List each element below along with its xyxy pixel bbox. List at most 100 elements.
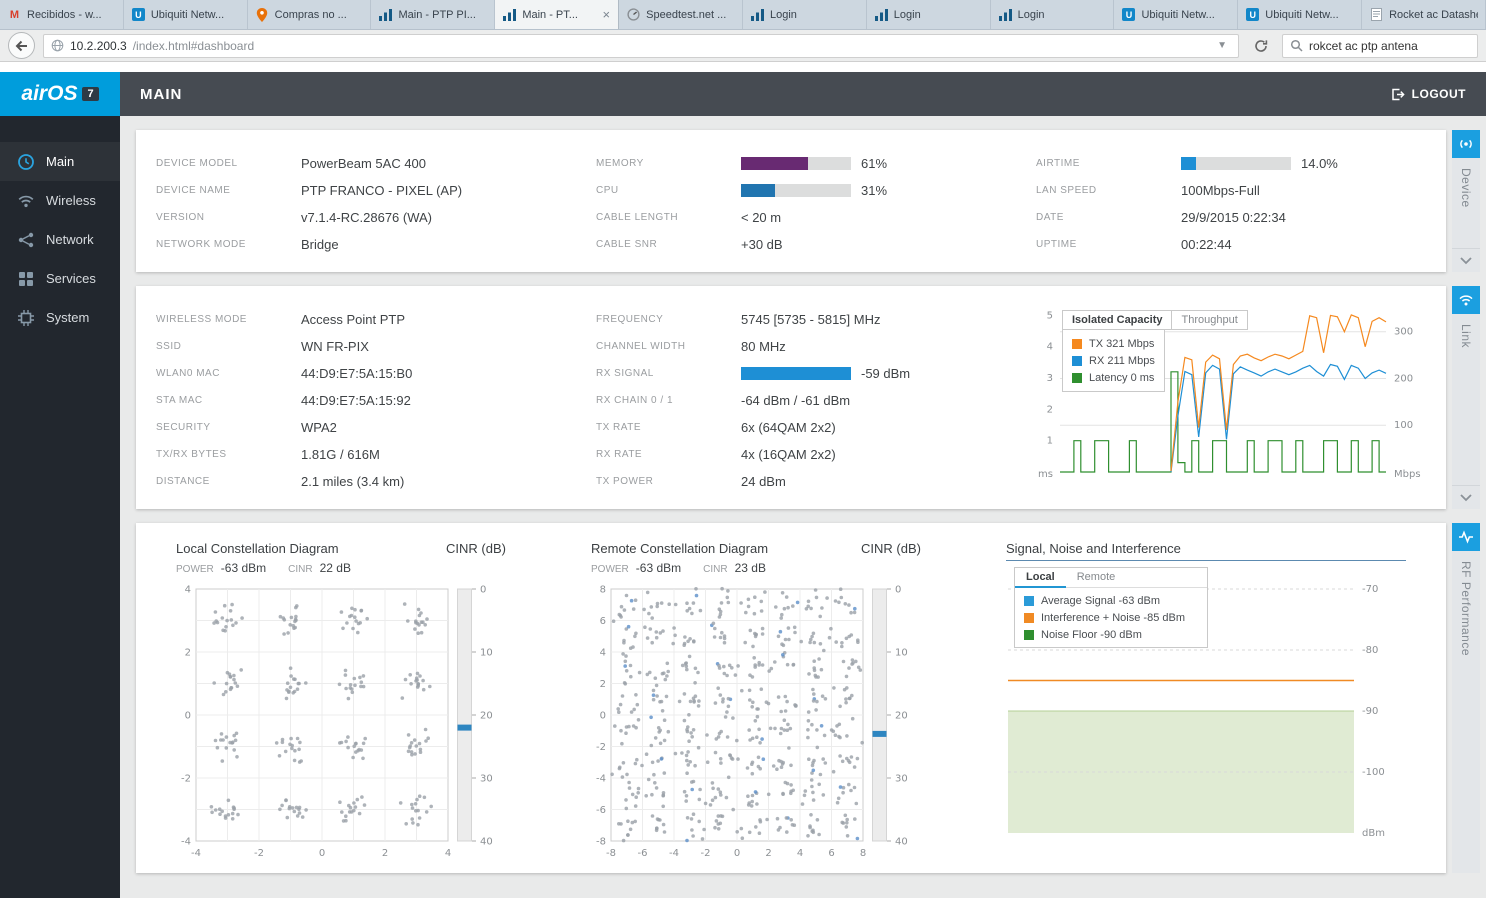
back-button[interactable]	[8, 32, 35, 59]
browser-tab[interactable]: M Recibidos - w...	[0, 0, 124, 29]
signal-noise-tab-local[interactable]: Local	[1015, 568, 1066, 588]
device-collapse-button[interactable]	[1452, 248, 1480, 272]
browser-tab-label: Main - PTP PI...	[398, 8, 476, 21]
device-side-tab[interactable]: Device	[1452, 130, 1480, 272]
sidebar-item-services[interactable]: Services	[0, 259, 120, 298]
site-icon	[51, 39, 64, 52]
legend-item: Average Signal -63 dBm	[1024, 592, 1198, 609]
url-bar[interactable]: 10.2.200.3/index.html#dashboard ▼	[43, 33, 1239, 58]
browser-tab[interactable]: Rocket ac Datashe...	[1362, 0, 1486, 29]
field-value: 14.0%	[1301, 156, 1338, 171]
svg-text:-2: -2	[254, 848, 264, 859]
browser-tab[interactable]: Main - PT... ×	[495, 0, 620, 29]
pin-favicon	[255, 7, 270, 22]
sidebar-item-label: Wireless	[46, 193, 96, 208]
svg-text:-8: -8	[596, 837, 606, 848]
field-value: WN FR-PIX	[301, 339, 369, 354]
address-bar: 10.2.200.3/index.html#dashboard ▼	[0, 30, 1486, 62]
field-value: -59 dBm	[861, 366, 911, 381]
svg-text:8: 8	[860, 848, 866, 859]
browser-tab-label: Rocket ac Datashe...	[1389, 8, 1478, 21]
power-label: POWER	[591, 564, 629, 575]
page-gap	[0, 62, 1486, 72]
legend-label: Latency 0 ms	[1089, 371, 1155, 384]
field-value: 31%	[861, 183, 888, 198]
svg-text:6: 6	[600, 616, 606, 627]
field-label: CABLE SNR	[596, 239, 658, 250]
cinr-label: CINR	[703, 564, 728, 575]
field-row: MEMORY 61%	[596, 150, 1036, 177]
field-value: Bridge	[301, 237, 339, 252]
signal-noise-block: Signal, Noise and Interference Local Remo…	[1006, 541, 1406, 865]
field-value: 2.1 miles (3.4 km)	[301, 474, 405, 489]
capacity-chart-legend: TX 321 Mbps RX 211 Mbps Latency 0 ms	[1062, 330, 1165, 392]
field-row: LAN SPEED 100Mbps-Full	[1036, 177, 1426, 204]
reload-button[interactable]	[1247, 33, 1274, 58]
browser-tab[interactable]: U Ubiquiti Netw...	[1238, 0, 1363, 29]
capacity-chart-tab[interactable]: Isolated Capacity	[1063, 311, 1173, 329]
svg-text:0: 0	[600, 711, 606, 722]
browser-tab[interactable]: Main - PTP PI...	[371, 0, 496, 29]
sidebar-item-main[interactable]: Main	[0, 142, 120, 181]
signal-noise-tab-remote[interactable]: Remote	[1066, 568, 1127, 587]
svg-text:-2: -2	[701, 848, 711, 859]
legend-swatch	[1024, 629, 1034, 640]
tab-close-icon[interactable]: ×	[602, 8, 612, 21]
svg-text:-2: -2	[596, 742, 606, 753]
wifi-icon	[1452, 286, 1480, 314]
capacity-chart-tab[interactable]: Throughput	[1172, 311, 1246, 329]
link-side-tab[interactable]: Link	[1452, 286, 1480, 509]
cinr-marker	[872, 730, 887, 737]
svg-text:30: 30	[480, 774, 493, 785]
field-label: VERSION	[156, 212, 205, 223]
field-value: v7.1.4-RC.28676 (WA)	[301, 210, 433, 225]
browser-tab[interactable]: Login	[990, 0, 1115, 29]
svg-text:1: 1	[1047, 436, 1053, 447]
legend-swatch	[1072, 338, 1082, 349]
url-dropdown-icon[interactable]: ▼	[1213, 40, 1231, 51]
cinr-gauge-title: CINR (dB)	[861, 541, 921, 556]
field-value: -64 dBm / -61 dBm	[741, 393, 851, 408]
sidebar-item-network[interactable]: Network	[0, 220, 120, 259]
field-row: NETWORK MODE Bridge	[156, 231, 596, 258]
sidebar: Main Wireless Network Services System	[0, 116, 120, 898]
logo-version-badge: 7	[82, 87, 99, 101]
rf-performance-side-tab[interactable]: RF Performance	[1452, 523, 1480, 873]
browser-tab[interactable]: Login	[866, 0, 991, 29]
svg-text:2: 2	[765, 848, 771, 859]
svg-text:-6: -6	[638, 848, 648, 859]
ubiquiti-favicon: U	[1121, 7, 1136, 22]
speedtest-favicon	[626, 7, 641, 22]
reload-icon	[1254, 39, 1267, 52]
sidebar-item-wireless[interactable]: Wireless	[0, 181, 120, 220]
field-label: DATE	[1036, 212, 1064, 223]
svg-text:20: 20	[895, 711, 908, 722]
cinr-value: 23 dB	[734, 561, 766, 575]
logout-button[interactable]: LOGOUT	[1390, 87, 1466, 102]
svg-text:40: 40	[895, 837, 908, 848]
clock-icon	[17, 153, 35, 171]
browser-tab[interactable]: Login	[742, 0, 867, 29]
browser-tab-label: Recibidos - w...	[27, 8, 102, 21]
svg-text:dBm: dBm	[1362, 828, 1385, 839]
browser-tab[interactable]: Compras no ...	[247, 0, 372, 29]
system-icon	[17, 309, 35, 327]
sidebar-item-label: Services	[46, 271, 96, 286]
logo-text: airOS	[21, 82, 78, 105]
field-value: 1.81G / 616M	[301, 447, 380, 462]
svg-text:-100: -100	[1362, 767, 1385, 778]
svg-text:4: 4	[1047, 342, 1053, 353]
link-status-card: WIRELESS MODE Access Point PTP SSID WN FR-P…	[136, 286, 1446, 509]
field-row: RX SIGNAL -59 dBm	[596, 360, 1036, 387]
svg-text:2: 2	[600, 679, 606, 690]
browser-tab[interactable]: Speedtest.net ...	[619, 0, 743, 29]
browser-tab[interactable]: U Ubiquiti Netw...	[123, 0, 248, 29]
field-value: 29/9/2015 0:22:34	[1181, 210, 1286, 225]
legend-label: RX 211 Mbps	[1089, 354, 1155, 367]
field-row: WIRELESS MODE Access Point PTP	[156, 306, 596, 333]
browser-tab-label: Compras no ...	[274, 8, 347, 21]
sidebar-item-system[interactable]: System	[0, 298, 120, 337]
browser-tab[interactable]: U Ubiquiti Netw...	[1114, 0, 1239, 29]
search-input[interactable]	[1309, 38, 1470, 53]
link-collapse-button[interactable]	[1452, 485, 1480, 509]
